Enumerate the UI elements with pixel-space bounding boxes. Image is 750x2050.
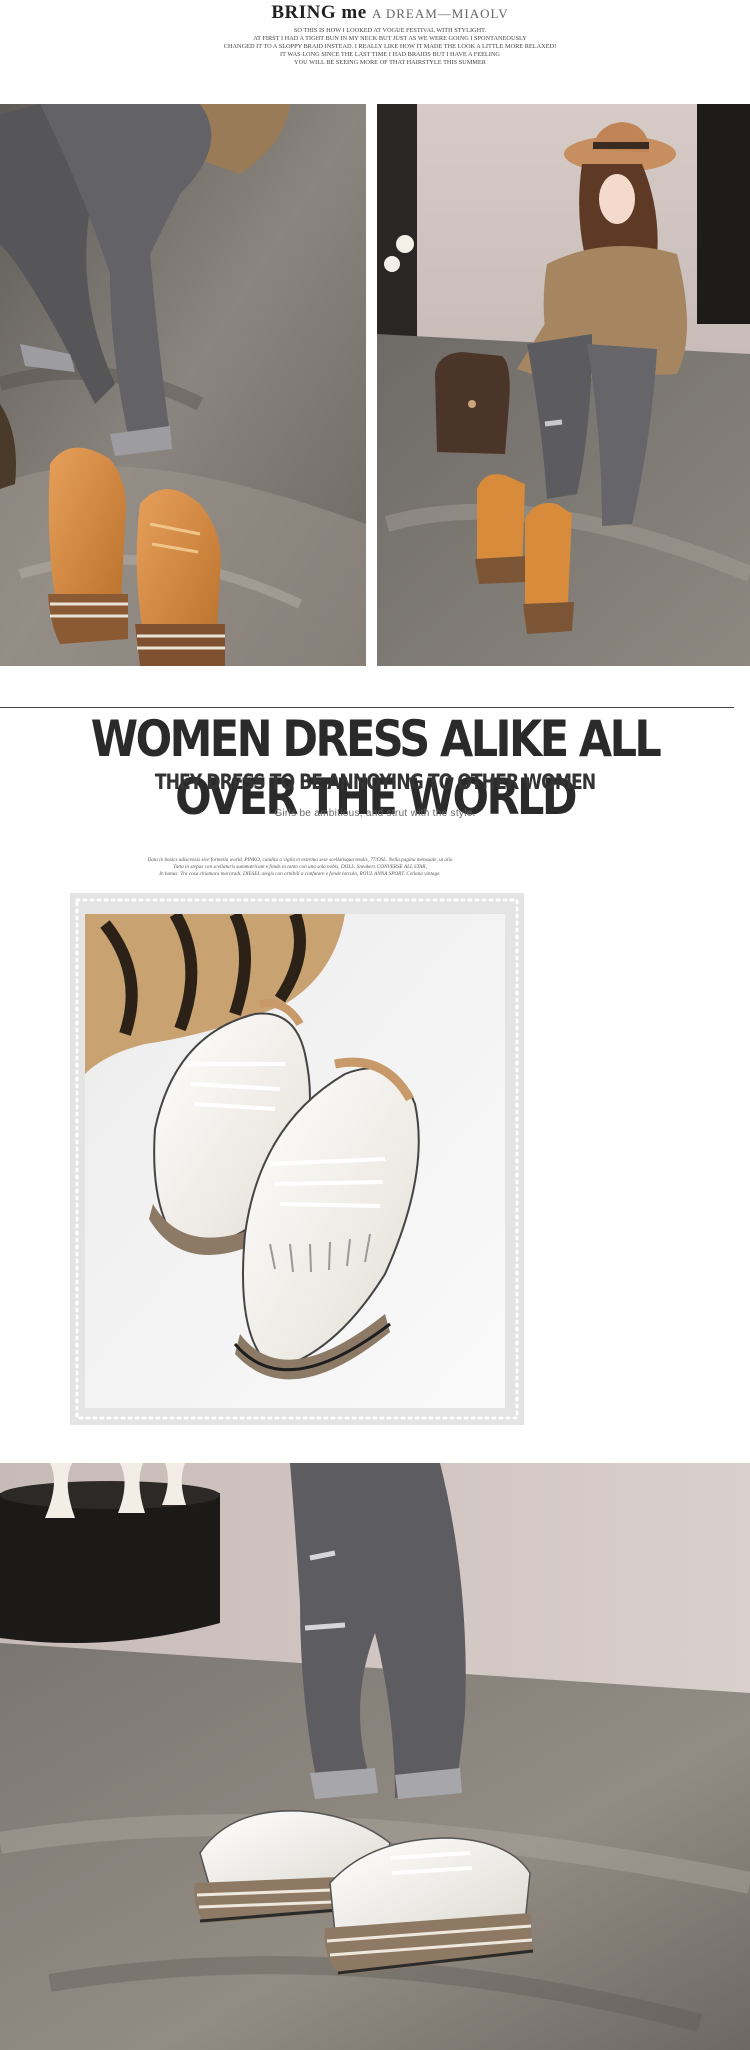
section-tagline: Girls be ambitious, and strut with the s… [274,808,476,819]
fine-print-line: Tatta in stepas con scellaturis summatri… [173,864,427,870]
intro-line: SO THIS IS HOW I LOOKED AT VOGUE FESTIVA… [293,27,487,34]
intro-paragraph: SO THIS IS HOW I LOOKED AT VOGUE FESTIVA… [150,27,630,67]
photo-woman-seated [377,104,750,666]
photo-white-brogues [85,914,505,1408]
fine-print: Data in basics adiscensis sive formella … [110,857,490,878]
section-rule [0,707,734,708]
brand-light-text: A DREAM—MIAOLV [371,6,509,21]
intro-line: AT FIRST I HAD A TIGHT BUN IN MY NECK BU… [253,35,527,42]
fine-print-line: In banus: Tra cosa chiamara moraradi, DI… [159,871,441,877]
section-subhead: THEY DRESS TO BE ANNOYING TO OTHER WOMEN [154,770,596,794]
photo-white-shoes-on-feet-image [0,1463,750,2050]
photo-tan-shoes-closeup-image [0,104,366,666]
intro-line: IT WAS LONG SINCE THE LAST TIME I HAD BR… [280,51,500,58]
photo-white-brogues-image [85,914,505,1408]
photo-white-shoes-on-feet [0,1463,750,2050]
fine-print-line: Data in basics adiscensis sive formella … [147,857,453,863]
intro-line: YOU WILL BE SEEING MORE OF THAT HAIRSTYL… [294,59,486,66]
photo-tan-shoes-closeup [0,104,366,666]
photo-woman-seated-image [377,104,750,666]
brand-bold-text: BRING me [271,2,367,23]
intro-line: CHANGED IT TO A SLOPPY BRAID INSTEAD. I … [223,43,557,50]
brand-title: BRING me A DREAM—MIAOLV [0,2,750,24]
